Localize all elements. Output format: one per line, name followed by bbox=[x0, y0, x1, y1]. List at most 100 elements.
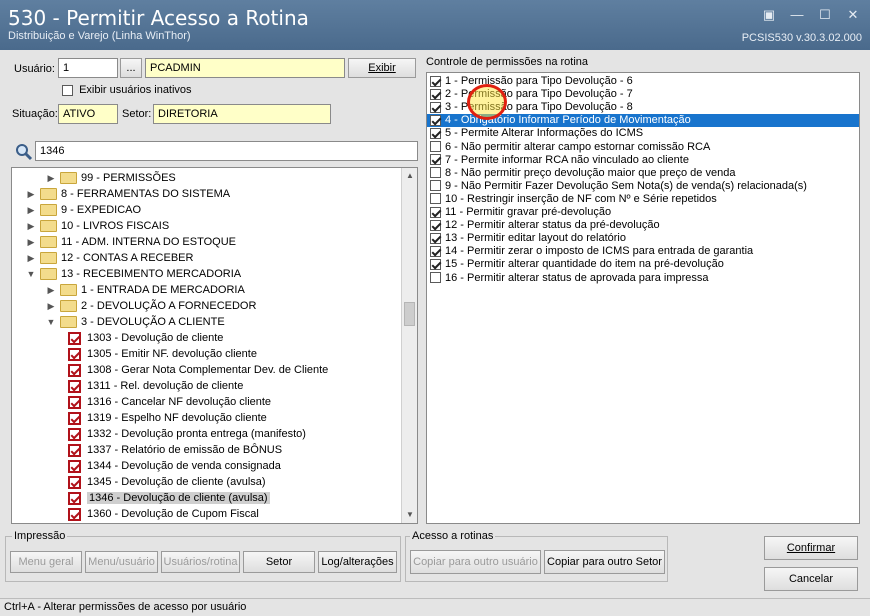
scroll-up-icon[interactable]: ▲ bbox=[402, 168, 417, 184]
permission-item[interactable]: 7 - Permite informar RCA não vinculado a… bbox=[427, 154, 859, 167]
tree-folder-item[interactable]: ▶ 11 - ADM. INTERNA DO ESTOQUE bbox=[26, 234, 236, 250]
permission-checkbox[interactable] bbox=[430, 245, 441, 257]
routine-tree[interactable]: ▶ 99 - PERMISSÕES ▶ 8 - FERRAMENTAS DO SIST… bbox=[11, 167, 418, 524]
tree-routine-item[interactable]: 1303 - Devolução de cliente bbox=[68, 330, 223, 346]
minimize-icon[interactable]: — bbox=[786, 6, 808, 24]
permission-item[interactable]: 15 - Permitir alterar quantidade do item… bbox=[427, 258, 859, 271]
permission-checkbox[interactable] bbox=[430, 206, 441, 218]
expand-arrow-icon[interactable]: ▶ bbox=[26, 234, 36, 250]
exibir-inativos-checkbox[interactable]: Exibir usuários inativos bbox=[62, 84, 192, 96]
usuario-code-input[interactable]: 1 bbox=[58, 58, 118, 78]
routine-checkbox[interactable] bbox=[68, 491, 81, 505]
permission-item[interactable]: 1 - Permissão para Tipo Devolução - 6 bbox=[427, 75, 859, 88]
expand-arrow-icon[interactable]: ▶ bbox=[46, 282, 56, 298]
collapse-arrow-icon[interactable]: ▼ bbox=[26, 266, 36, 282]
permission-checkbox[interactable] bbox=[430, 127, 441, 139]
scroll-thumb[interactable] bbox=[404, 302, 415, 326]
usuario-lookup-button[interactable]: ... bbox=[120, 58, 142, 78]
permission-item[interactable]: 10 - Restringir inserção de NF com Nº e … bbox=[427, 193, 859, 206]
expand-arrow-icon[interactable]: ▶ bbox=[26, 250, 36, 266]
routine-checkbox[interactable] bbox=[68, 443, 81, 457]
tree-folder-item[interactable]: ▼ 13 - RECEBIMENTO MERCADORIA bbox=[26, 266, 241, 282]
expand-arrow-icon[interactable]: ▶ bbox=[26, 186, 36, 202]
routine-checkbox[interactable] bbox=[68, 379, 81, 393]
routine-checkbox[interactable] bbox=[68, 363, 81, 377]
exibir-button[interactable]: Exibir bbox=[348, 58, 416, 78]
scroll-down-icon[interactable]: ▼ bbox=[402, 507, 417, 523]
menu-usuario-button[interactable]: Menu/usuário bbox=[85, 551, 158, 573]
permission-checkbox[interactable] bbox=[430, 75, 441, 87]
close-icon[interactable]: ✕ bbox=[842, 6, 864, 24]
permission-checkbox[interactable] bbox=[430, 114, 441, 126]
help-icon[interactable]: ▣ bbox=[758, 6, 780, 24]
expand-arrow-icon[interactable]: ▶ bbox=[46, 522, 56, 523]
permission-item[interactable]: 13 - Permitir editar layout do relatório bbox=[427, 232, 859, 245]
permission-checkbox[interactable] bbox=[430, 258, 441, 270]
copiar-setor-button[interactable]: Copiar para outro Setor bbox=[544, 550, 665, 574]
tree-folder-item[interactable]: ▶ 8 - FERRAMENTAS DO SISTEMA bbox=[26, 186, 230, 202]
routine-checkbox[interactable] bbox=[68, 475, 81, 489]
permission-item[interactable]: 4 - Obrigatório Informar Período de Movi… bbox=[427, 114, 859, 128]
tree-routine-item[interactable]: 1337 - Relatório de emissão de BÔNUS bbox=[68, 442, 282, 458]
tree-folder-item[interactable]: ▶ 2 - DEVOLUÇÃO A FORNECEDOR bbox=[46, 298, 256, 314]
setor-button[interactable]: Setor bbox=[243, 551, 315, 573]
tree-folder-item[interactable]: ▶ 99 - PERMISSÕES bbox=[46, 170, 176, 186]
routine-checkbox[interactable] bbox=[68, 331, 81, 345]
routine-checkbox[interactable] bbox=[68, 411, 81, 425]
tree-routine-item[interactable]: 1344 - Devolução de venda consignada bbox=[68, 458, 281, 474]
routine-checkbox[interactable] bbox=[68, 427, 81, 441]
permission-item[interactable]: 9 - Não Permitir Fazer Devolução Sem Not… bbox=[427, 180, 859, 193]
collapse-arrow-icon[interactable]: ▼ bbox=[46, 314, 56, 330]
permission-item[interactable]: 5 - Permite Alterar Informações do ICMS bbox=[427, 127, 859, 140]
permission-item[interactable]: 11 - Permitir gravar pré-devolução bbox=[427, 206, 859, 219]
permission-checkbox[interactable] bbox=[430, 193, 441, 205]
search-input[interactable]: 1346 bbox=[35, 141, 418, 161]
permissions-list[interactable]: 1 - Permissão para Tipo Devolução - 62 -… bbox=[426, 72, 860, 524]
permission-checkbox[interactable] bbox=[430, 101, 441, 113]
expand-arrow-icon[interactable]: ▶ bbox=[26, 218, 36, 234]
tree-folder-item[interactable]: ▶ 12 - CONTAS A RECEBER bbox=[26, 250, 193, 266]
permission-item[interactable]: 12 - Permitir alterar status da pré-devo… bbox=[427, 219, 859, 232]
tree-folder-item[interactable]: ▶ 9 - EXPEDICAO bbox=[26, 202, 141, 218]
tree-routine-item[interactable]: 1308 - Gerar Nota Complementar Dev. de C… bbox=[68, 362, 328, 378]
permission-item[interactable]: 6 - Não permitir alterar campo estornar … bbox=[427, 141, 859, 154]
tree-routine-item[interactable]: 1319 - Espelho NF devolução cliente bbox=[68, 410, 267, 426]
tree-routine-item[interactable]: 1332 - Devolução pronta entrega (manifes… bbox=[68, 426, 306, 442]
permission-checkbox[interactable] bbox=[430, 167, 441, 179]
tree-folder-item[interactable]: ▶ 1 - ENTRADA DE MERCADORIA bbox=[46, 282, 245, 298]
permission-checkbox[interactable] bbox=[430, 272, 441, 284]
tree-routine-item[interactable]: 1360 - Devolução de Cupom Fiscal bbox=[68, 506, 259, 522]
exibir-inativos-box[interactable] bbox=[62, 84, 73, 96]
confirmar-button[interactable]: Confirmar bbox=[764, 536, 858, 560]
tree-folder-item[interactable]: ▶ 10 - LIVROS FISCAIS bbox=[26, 218, 169, 234]
tree-routine-item[interactable]: 1311 - Rel. devolução de cliente bbox=[68, 378, 243, 394]
maximize-icon[interactable]: ☐ bbox=[814, 6, 836, 24]
tree-routine-item[interactable]: 1316 - Cancelar NF devolução cliente bbox=[68, 394, 271, 410]
copiar-usuario-button[interactable]: Copiar para outro usuário bbox=[410, 550, 541, 574]
permission-checkbox[interactable] bbox=[430, 232, 441, 244]
routine-checkbox[interactable] bbox=[68, 459, 81, 473]
tree-scrollbar[interactable]: ▲ ▼ bbox=[401, 168, 417, 523]
permission-checkbox[interactable] bbox=[430, 88, 441, 100]
expand-arrow-icon[interactable]: ▶ bbox=[46, 170, 56, 186]
permission-checkbox[interactable] bbox=[430, 154, 441, 166]
usuarios-rotina-button[interactable]: Usuários/rotina bbox=[161, 551, 240, 573]
permission-item[interactable]: 8 - Não permitir preço devolução maior q… bbox=[427, 167, 859, 180]
permission-checkbox[interactable] bbox=[430, 219, 441, 231]
log-alteracoes-button[interactable]: Log/alterações bbox=[318, 551, 397, 573]
cancelar-button[interactable]: Cancelar bbox=[764, 567, 858, 591]
permission-item[interactable]: 2 - Permissão para Tipo Devolução - 7 bbox=[427, 88, 859, 101]
routine-checkbox[interactable] bbox=[68, 347, 81, 361]
tree-routine-item[interactable]: 1346 - Devolução de cliente (avulsa) bbox=[68, 490, 270, 506]
tree-routine-item[interactable]: 1305 - Emitir NF. devolução cliente bbox=[68, 346, 257, 362]
tree-routine-item[interactable]: 1345 - Devolução de cliente (avulsa) bbox=[68, 474, 266, 490]
routine-checkbox[interactable] bbox=[68, 507, 81, 521]
menu-geral-button[interactable]: Menu geral bbox=[10, 551, 82, 573]
routine-checkbox[interactable] bbox=[68, 395, 81, 409]
permission-checkbox[interactable] bbox=[430, 180, 441, 192]
permission-item[interactable]: 3 - Permissão para Tipo Devolução - 8 bbox=[427, 101, 859, 114]
permission-checkbox[interactable] bbox=[430, 141, 441, 153]
tree-folder-item[interactable]: ▼ 3 - DEVOLUÇÃO A CLIENTE bbox=[46, 314, 225, 330]
permission-item[interactable]: 14 - Permitir zerar o imposto de ICMS pa… bbox=[427, 245, 859, 258]
tree-folder-item[interactable]: ▶5 - SIMPLES REMESSA bbox=[46, 522, 201, 523]
